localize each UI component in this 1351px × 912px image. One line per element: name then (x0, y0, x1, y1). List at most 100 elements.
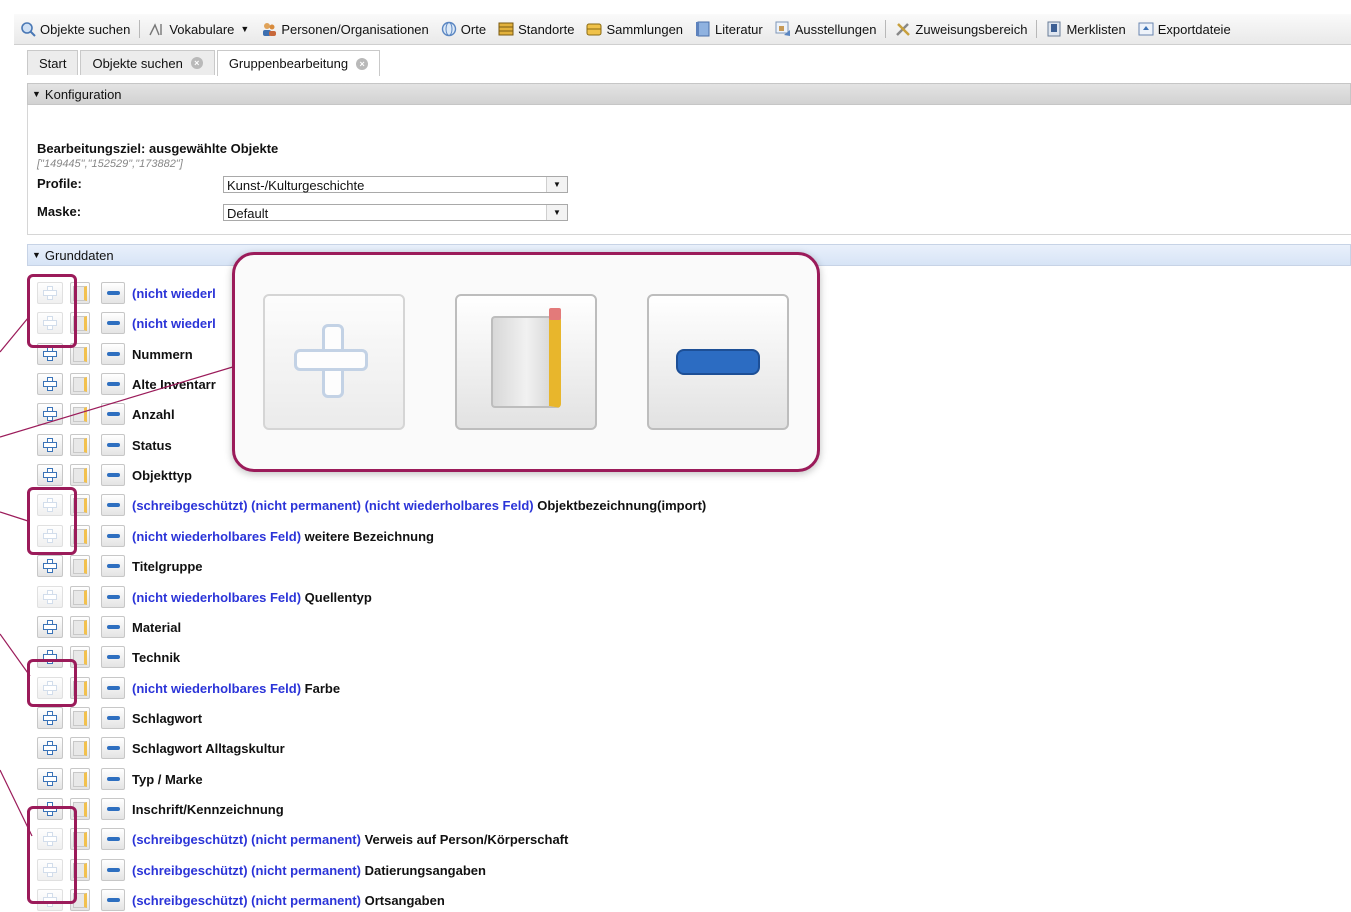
notes-button[interactable] (70, 586, 90, 608)
toolbar-zuweisungsbereich[interactable]: Zuweisungsbereich (889, 14, 1033, 44)
field-row: Alte Inventarr (37, 372, 216, 396)
notes-button[interactable] (70, 737, 90, 759)
field-row: (nicht wiederholbares Feld) Quellentyp (37, 585, 372, 609)
remove-field-button[interactable] (101, 434, 125, 456)
toolbar-vokabulare[interactable]: Vokabulare ▼ (143, 14, 255, 44)
section-title: Grunddaten (44, 247, 114, 263)
toolbar-orte[interactable]: Orte (435, 14, 492, 44)
mask-select[interactable]: Default ▼ (223, 204, 568, 221)
highlight-box (27, 806, 77, 904)
plus-icon (43, 407, 57, 421)
toolbar-personen[interactable]: Personen/Organisationen (255, 14, 434, 44)
minus-icon (106, 473, 120, 477)
highlight-box (27, 659, 77, 707)
notes-button[interactable] (70, 464, 90, 486)
toolbar-divider (885, 20, 887, 38)
remove-field-button[interactable] (101, 737, 125, 759)
collections-icon (586, 21, 602, 37)
remove-field-button[interactable] (101, 768, 125, 790)
notes-icon (73, 710, 87, 726)
add-field-button[interactable] (37, 555, 63, 577)
add-field-button[interactable] (37, 737, 63, 759)
add-field-button[interactable] (37, 616, 63, 638)
toolbar-ausstellungen[interactable]: Ausstellungen (769, 14, 883, 44)
field-label: Titelgruppe (132, 559, 203, 574)
remove-field-button[interactable] (101, 889, 125, 911)
add-field-button[interactable] (37, 707, 63, 729)
notes-button[interactable] (70, 373, 90, 395)
profile-label: Profile: (37, 176, 82, 191)
highlight-box (27, 274, 77, 348)
minus-icon (106, 534, 120, 538)
remove-field-button[interactable] (101, 616, 125, 638)
remove-field-button[interactable] (101, 798, 125, 820)
field-name: Status (132, 437, 172, 453)
notes-icon (73, 376, 87, 392)
remove-field-button[interactable] (101, 828, 125, 850)
remove-field-button[interactable] (101, 312, 125, 334)
remove-field-button[interactable] (101, 586, 125, 608)
remove-field-button[interactable] (101, 646, 125, 668)
remove-field-button[interactable] (101, 494, 125, 516)
remove-field-button[interactable] (101, 403, 125, 425)
field-name: Objekttyp (132, 467, 192, 483)
notes-icon (73, 619, 87, 635)
add-field-button[interactable] (37, 373, 63, 395)
toolbar-merklisten[interactable]: Merklisten (1040, 14, 1131, 44)
remove-field-button[interactable] (101, 677, 125, 699)
toolbar-objekte-suchen[interactable]: Objekte suchen (14, 14, 136, 44)
notes-button[interactable] (70, 434, 90, 456)
notes-button[interactable] (70, 768, 90, 790)
close-icon[interactable]: × (356, 57, 369, 70)
minus-icon (106, 503, 120, 507)
field-label: Objekttyp (132, 468, 192, 483)
remove-field-button[interactable] (101, 859, 125, 881)
notes-icon (73, 589, 87, 605)
minus-icon (106, 291, 120, 295)
field-name: Objektbezeichnung(import) (537, 497, 707, 513)
tab-gruppenbearbeitung[interactable]: Gruppenbearbeitung × (216, 50, 381, 76)
remove-field-button[interactable] (101, 464, 125, 486)
remove-field-button[interactable] (101, 282, 125, 304)
profile-value: Kunst-/Kulturgeschichte (227, 178, 365, 193)
remove-field-button[interactable] (101, 555, 125, 577)
remove-field-button[interactable] (101, 373, 125, 395)
field-name: weitere Bezeichnung (304, 528, 434, 544)
field-label: Nummern (132, 347, 193, 362)
plus-icon (43, 347, 57, 361)
profile-select[interactable]: Kunst-/Kulturgeschichte ▼ (223, 176, 568, 193)
toolbar-literatur[interactable]: Literatur (689, 14, 769, 44)
notes-button[interactable] (70, 707, 90, 729)
field-name: Verweis auf Person/Körperschaft (364, 831, 569, 847)
people-icon (261, 21, 277, 37)
plus-icon (43, 711, 57, 725)
add-field-button[interactable] (37, 403, 63, 425)
field-label: (nicht wiederholbares Feld) Farbe (132, 681, 340, 696)
minus-icon (106, 807, 120, 811)
toolbar-label: Vokabulare (169, 21, 235, 37)
plus-icon (43, 590, 57, 604)
close-icon[interactable]: × (190, 57, 203, 69)
notes-icon (73, 467, 87, 483)
plus-icon (43, 772, 57, 786)
toolbar-label: Exportdateie (1157, 21, 1231, 37)
toolbar-sammlungen[interactable]: Sammlungen (580, 14, 689, 44)
toolbar-exportdateien[interactable]: Exportdateie (1132, 14, 1237, 44)
remove-field-button[interactable] (101, 343, 125, 365)
notes-button[interactable] (70, 616, 90, 638)
notes-button[interactable] (70, 403, 90, 425)
remove-field-button[interactable] (101, 525, 125, 547)
add-field-button[interactable] (37, 768, 63, 790)
konfiguration-header[interactable]: ▼ Konfiguration (27, 83, 1351, 105)
toolbar-standorte[interactable]: Standorte (492, 14, 580, 44)
notes-button[interactable] (70, 555, 90, 577)
field-name: Ortsangaben (364, 892, 445, 908)
tab-start[interactable]: Start (27, 50, 79, 75)
add-field-button[interactable] (37, 434, 63, 456)
zoom-add-button (263, 294, 405, 430)
remove-field-button[interactable] (101, 707, 125, 729)
tab-objekte-suchen[interactable]: Objekte suchen × (80, 50, 215, 75)
field-label: Status (132, 438, 172, 453)
minus-icon (106, 412, 120, 416)
add-field-button[interactable] (37, 464, 63, 486)
